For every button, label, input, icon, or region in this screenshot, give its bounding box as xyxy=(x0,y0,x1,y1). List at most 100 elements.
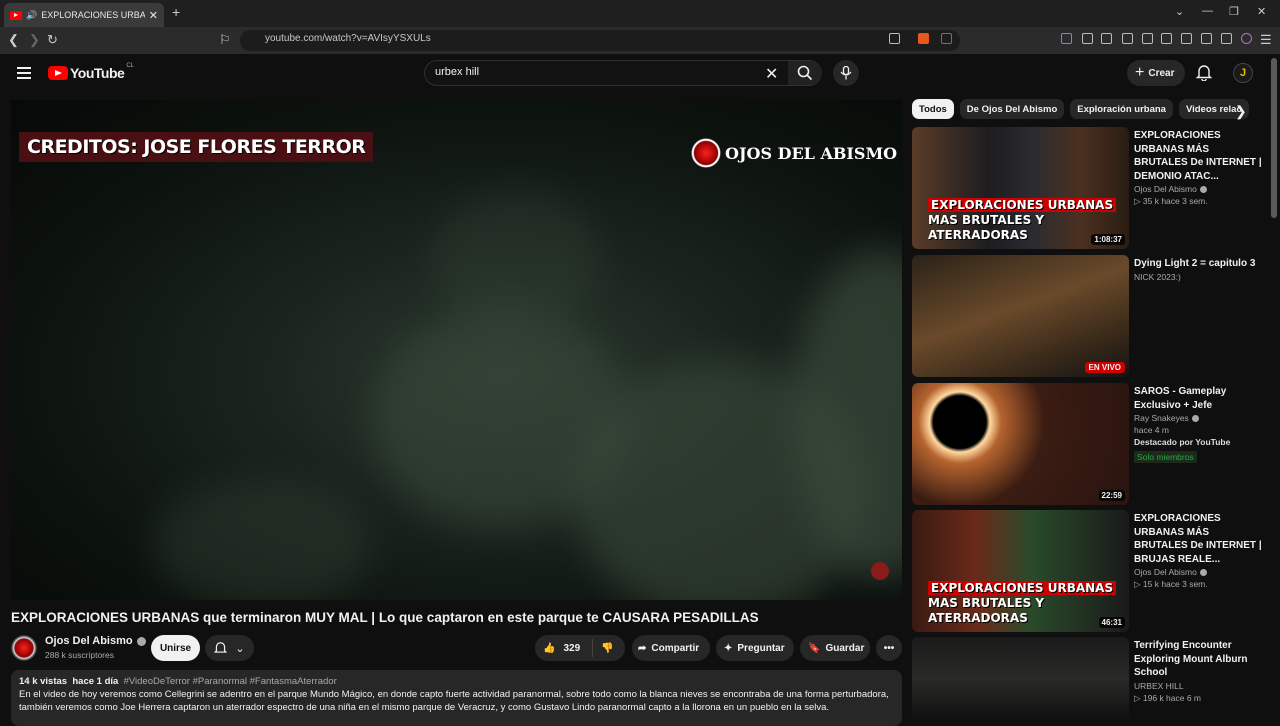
extension-2-icon[interactable] xyxy=(1082,33,1093,44)
page-scrollbar[interactable] xyxy=(1271,58,1277,218)
share-icon: ➦ xyxy=(638,642,647,654)
recommendation-channel[interactable]: Ojos Del Abismo xyxy=(1134,567,1262,577)
recommendation-meta: ▷ 196 k hace 6 m xyxy=(1134,692,1202,703)
join-button[interactable]: Unirse xyxy=(151,635,200,661)
recommendation-channel[interactable]: URBEX HILL xyxy=(1134,681,1262,691)
duration-badge: 1:08:37 xyxy=(1091,234,1125,245)
video-player[interactable]: CREDITOS: JOSE FLORES TERROR OJOS DEL AB… xyxy=(11,100,902,600)
like-button[interactable]: 👍 329 xyxy=(535,639,593,657)
channel-name[interactable]: Ojos Del Abismo xyxy=(45,635,146,647)
back-icon[interactable]: ❮ xyxy=(8,32,19,48)
recommendation-channel[interactable]: Ojos Del Abismo xyxy=(1134,184,1262,194)
more-dots-icon: ••• xyxy=(883,642,895,654)
bookmark-save-icon: 🔖 xyxy=(808,642,821,654)
minimize-icon[interactable]: — xyxy=(1202,5,1213,17)
search-button[interactable] xyxy=(788,61,822,85)
video-thumbnail[interactable] xyxy=(912,637,1129,720)
extension-1-icon[interactable] xyxy=(1061,33,1072,44)
share-button[interactable]: ➦ Compartir xyxy=(632,635,710,661)
channel-watermark: OJOS DEL ABISMO xyxy=(691,138,897,168)
search-box[interactable]: ✕ xyxy=(424,60,822,86)
recommendation-title[interactable]: SAROS - Gameplay Exclusivo + Jefe xyxy=(1134,385,1262,412)
recommendation-channel[interactable]: NICK 2023:) xyxy=(1134,272,1262,282)
recommendation-title[interactable]: EXPLORACIONES URBANAS MÁS BRUTALES De IN… xyxy=(1134,512,1262,566)
like-dislike-group: 👍 329 👎 xyxy=(535,635,625,661)
video-thumbnail[interactable]: EXPLORACIONES URBANAS MAS BRUTALES Y ATE… xyxy=(912,127,1129,249)
video-meta: 14 k vistas hace 1 día #VideoDeTerror #P… xyxy=(19,676,337,687)
chip-todos[interactable]: Todos xyxy=(912,99,954,119)
channel-watermark-button[interactable] xyxy=(871,562,889,580)
search-icon xyxy=(797,65,813,81)
leo-icon[interactable] xyxy=(1201,33,1212,44)
video-title: EXPLORACIONES URBANAS que terminaron MUY… xyxy=(11,610,759,625)
guide-menu-icon[interactable] xyxy=(17,67,31,79)
cast-icon[interactable] xyxy=(889,33,900,44)
wallet-icon[interactable] xyxy=(1181,33,1192,44)
youtube-favicon-icon xyxy=(10,10,22,20)
clear-search-icon[interactable]: ✕ xyxy=(765,64,778,84)
speaker-icon[interactable]: 🔊 xyxy=(26,10,37,21)
maximize-icon[interactable]: ❐ xyxy=(1229,5,1239,18)
verified-icon xyxy=(1199,568,1207,576)
more-actions-button[interactable]: ••• xyxy=(876,635,902,661)
verified-icon xyxy=(1191,414,1199,422)
plus-icon: + xyxy=(1135,64,1145,81)
sparkle-icon: ✦ xyxy=(724,642,733,654)
extensions-icon[interactable] xyxy=(1122,33,1133,44)
video-thumbnail[interactable]: EXPLORACIONES URBANAS MAS BRUTALES Y ATE… xyxy=(912,510,1129,632)
recommendation-item[interactable]: Terrifying Encounter Exploring Mount Alb… xyxy=(912,637,1262,720)
profile-icon[interactable] xyxy=(1241,33,1252,44)
account-avatar[interactable]: J xyxy=(1233,63,1253,83)
dislike-button[interactable]: 👎 xyxy=(593,643,613,654)
menu-icon[interactable]: ☰ xyxy=(1260,32,1272,48)
subscription-notifications-button[interactable]: ⌄ xyxy=(205,635,254,661)
tab-close-icon[interactable]: ✕ xyxy=(149,9,158,22)
vpn-icon[interactable] xyxy=(1221,33,1232,44)
microphone-icon xyxy=(840,66,852,80)
tab-title: EXPLORACIONES URBANAS q xyxy=(41,10,145,20)
voice-search-button[interactable] xyxy=(833,60,859,86)
youtube-logo[interactable]: YouTube CL xyxy=(48,63,134,81)
reload-icon[interactable]: ↻ xyxy=(47,32,58,48)
recommendation-meta: hace 4 m xyxy=(1134,425,1169,435)
video-thumbnail[interactable]: 22:59 xyxy=(912,383,1129,505)
new-tab-icon[interactable]: + xyxy=(172,4,180,20)
recommendation-item[interactable]: 22:59 SAROS - Gameplay Exclusivo + Jefe … xyxy=(912,383,1262,505)
brave-rewards-icon[interactable] xyxy=(941,33,952,44)
notifications-bell-icon[interactable] xyxy=(1195,64,1213,86)
tab-search-icon[interactable]: ⌄ xyxy=(1175,5,1184,18)
create-button[interactable]: + Crear xyxy=(1127,60,1185,86)
channel-avatar[interactable] xyxy=(11,635,37,661)
video-thumbnail[interactable]: EN VIVO xyxy=(912,255,1129,377)
bookmark-icon[interactable]: ⚐ xyxy=(219,32,231,48)
recommendation-title[interactable]: EXPLORACIONES URBANAS MÁS BRUTALES De IN… xyxy=(1134,129,1262,183)
browser-tab[interactable]: 🔊 EXPLORACIONES URBANAS q ✕ xyxy=(4,3,164,27)
credits-overlay: CREDITOS: JOSE FLORES TERROR xyxy=(19,132,374,162)
brave-shield-icon[interactable] xyxy=(918,33,929,44)
url-text[interactable]: youtube.com/watch?v=AVIsyYSXULs xyxy=(265,33,431,44)
media-icon[interactable] xyxy=(1142,33,1153,44)
chip-channel[interactable]: De Ojos Del Abismo xyxy=(959,99,1065,119)
chip-urban-exploration[interactable]: Exploración urbana xyxy=(1070,99,1173,119)
ask-button[interactable]: ✦ Preguntar xyxy=(716,635,794,661)
recommendation-item[interactable]: EXPLORACIONES URBANAS MAS BRUTALES Y ATE… xyxy=(912,510,1262,632)
recommendation-title[interactable]: Terrifying Encounter Exploring Mount Alb… xyxy=(1134,639,1262,680)
extension-3-icon[interactable] xyxy=(1101,33,1112,44)
recommendation-title[interactable]: Dying Light 2 = capitulo 3 xyxy=(1134,257,1262,271)
search-input[interactable] xyxy=(435,66,755,78)
description-box[interactable]: 14 k vistas hace 1 día #VideoDeTerror #P… xyxy=(11,670,902,726)
window-close-icon[interactable]: ✕ xyxy=(1257,5,1266,18)
featured-badge: Destacado por YouTube xyxy=(1134,437,1231,447)
forward-icon[interactable]: ❯ xyxy=(29,32,40,48)
youtube-masthead: YouTube CL ✕ + Crear J xyxy=(0,54,1270,94)
save-button[interactable]: 🔖 Guardar xyxy=(800,635,870,661)
recommendation-item[interactable]: EN VIVO Dying Light 2 = capitulo 3 NICK … xyxy=(912,255,1262,377)
duration-badge: 22:59 xyxy=(1098,490,1125,501)
sidebar-icon[interactable] xyxy=(1161,33,1172,44)
description-text: En el video de hoy veremos como Cellegri… xyxy=(19,689,889,713)
chevron-right-icon[interactable]: ❯ xyxy=(1235,103,1247,120)
hashtags[interactable]: #VideoDeTerror #Paranormal #FantasmaAter… xyxy=(124,676,337,687)
recommendation-item[interactable]: EXPLORACIONES URBANAS MAS BRUTALES Y ATE… xyxy=(912,127,1262,249)
recommendation-channel[interactable]: Ray Snakeyes xyxy=(1134,413,1262,423)
browser-tab-bar: 🔊 EXPLORACIONES URBANAS q ✕ + ⌄ — ❐ ✕ xyxy=(0,0,1280,27)
